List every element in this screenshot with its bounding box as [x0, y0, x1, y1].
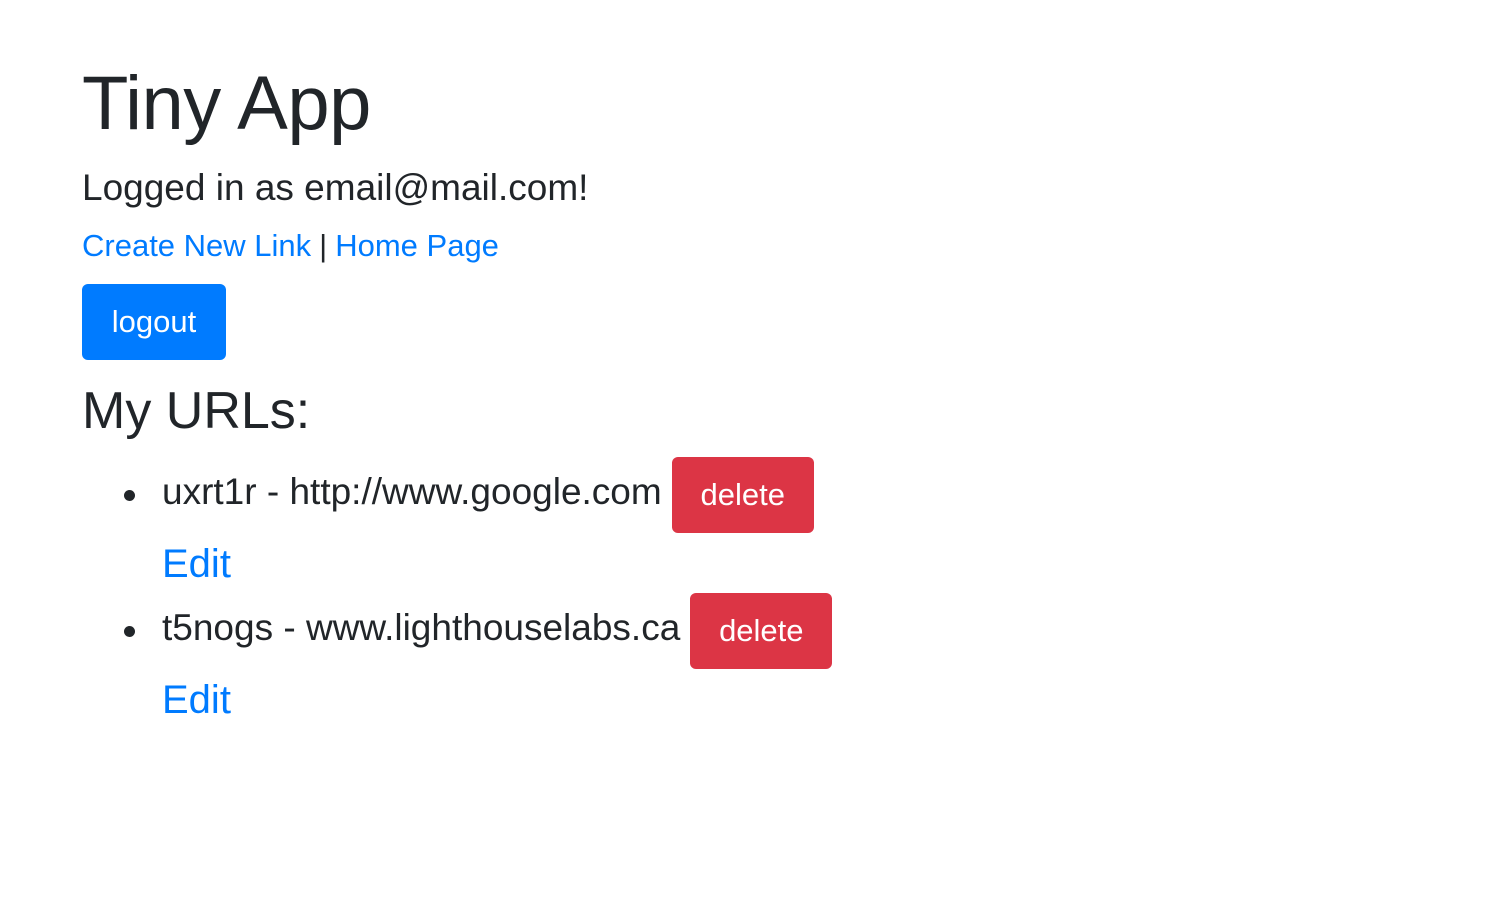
page: Tiny App Logged in as email@mail.com! Cr…: [0, 0, 1486, 902]
url-row: t5nogs - www.lighthouselabs.ca delete: [162, 592, 833, 670]
delete-button[interactable]: delete: [690, 593, 833, 669]
url-entry-text: uxrt1r - http://www.google.com: [162, 471, 662, 512]
url-row: uxrt1r - http://www.google.com delete: [162, 456, 814, 534]
app-title: Tiny App: [82, 61, 371, 146]
my-urls-heading: My URLs:: [82, 382, 311, 440]
url-list: uxrt1r - http://www.google.com delete Ed…: [82, 456, 1282, 728]
home-page-link[interactable]: Home Page: [335, 228, 499, 263]
logout-button[interactable]: logout: [82, 284, 226, 360]
edit-link[interactable]: Edit: [162, 676, 231, 724]
bullet-icon: [124, 490, 135, 501]
logged-in-text: Logged in as email@mail.com!: [82, 167, 589, 208]
delete-button[interactable]: delete: [671, 457, 814, 533]
edit-link[interactable]: Edit: [162, 540, 231, 588]
nav-separator: |: [319, 228, 328, 263]
url-list-item: uxrt1r - http://www.google.com delete Ed…: [82, 456, 1282, 592]
nav-links: Create New Link | Home Page: [82, 226, 499, 266]
create-new-link[interactable]: Create New Link: [82, 228, 311, 263]
bullet-icon: [124, 626, 135, 637]
url-entry-text: t5nogs - www.lighthouselabs.ca: [162, 607, 681, 648]
url-list-item: t5nogs - www.lighthouselabs.ca delete Ed…: [82, 592, 1282, 728]
